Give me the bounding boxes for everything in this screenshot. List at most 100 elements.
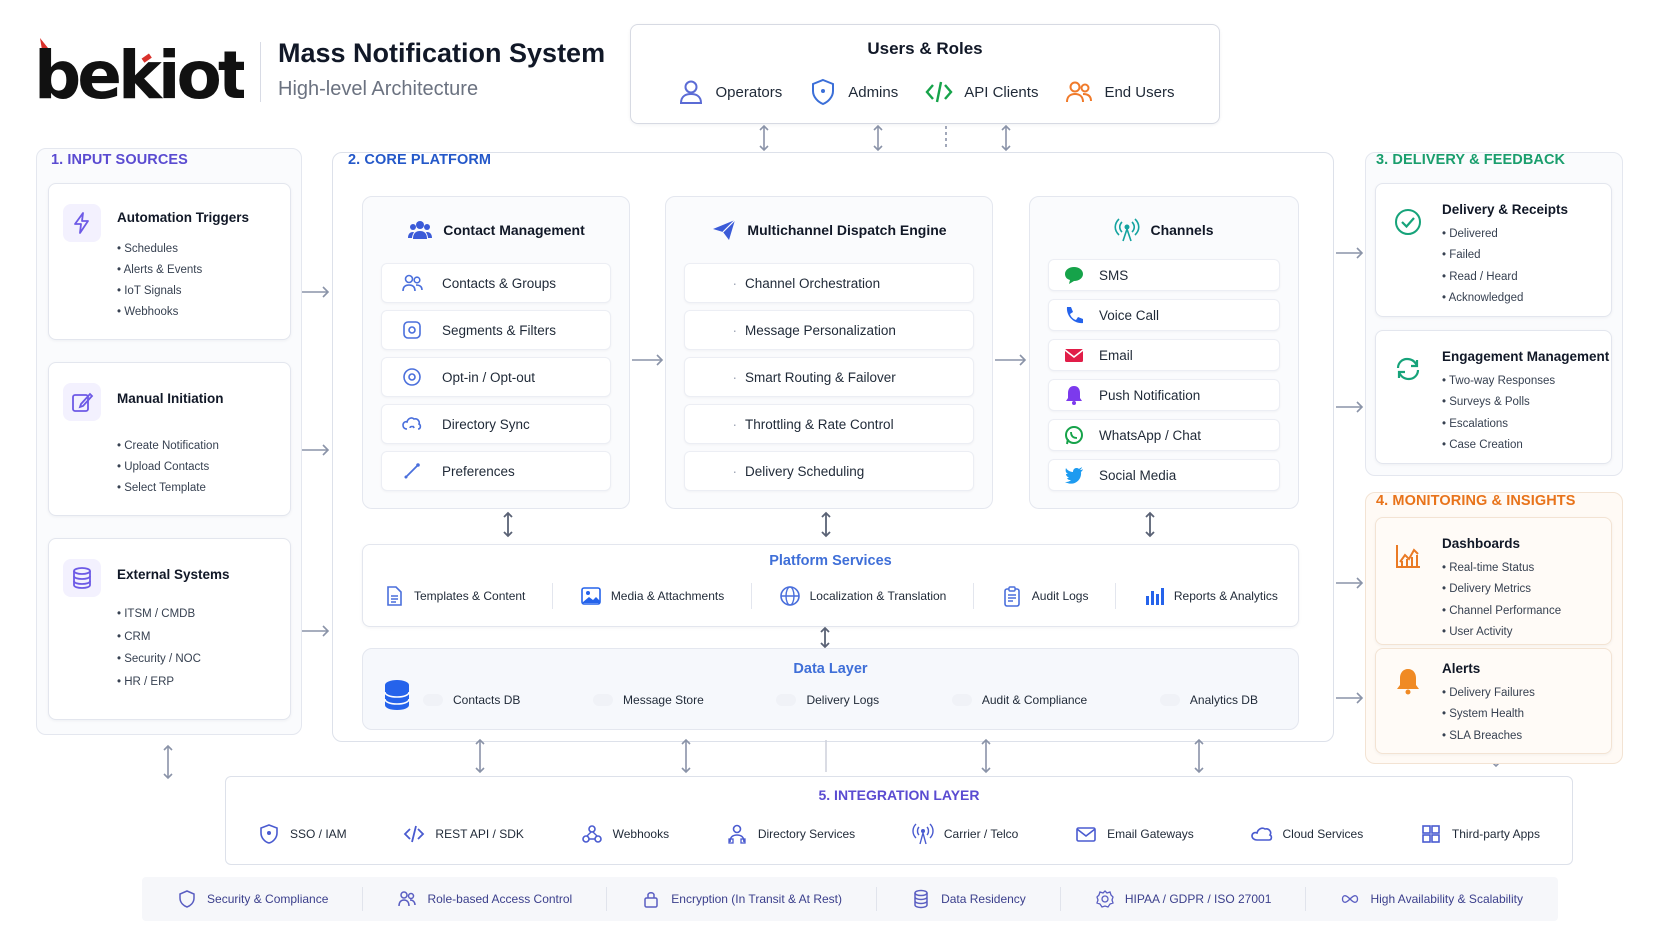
role-operators[interactable]: Operators [676,77,782,107]
list-item: Schedules [117,239,202,260]
email-gateways-item[interactable]: Email Gateways [1075,823,1194,845]
data-label: Audit & Compliance [981,693,1088,707]
third-party-apps-item[interactable]: Third-party Apps [1420,823,1540,845]
footer-certifications[interactable]: HIPAA / GDPR / ISO 27001 [1095,889,1271,909]
dashboards-card[interactable]: Dashboards Real-time Status Delivery Met… [1375,517,1612,645]
message-personalization-item[interactable]: · Message Personalization [684,310,974,350]
lightning-icon [63,204,101,242]
external-systems-card[interactable]: External Systems ITSM / CMDB CRM Securit… [48,538,291,720]
channel-social[interactable]: Social Media [1048,459,1280,491]
channel-whatsapp[interactable]: WhatsApp / Chat [1048,419,1280,451]
footer-availability[interactable]: High Availability & Scalability [1340,889,1523,909]
delivery-feedback-title: 3. DELIVERY & FEEDBACK [1376,152,1566,168]
role-label: End Users [1104,83,1175,101]
list-item: Case Creation [1442,435,1555,456]
cloud-services-item[interactable]: Cloud Services [1250,823,1363,845]
footer-encryption[interactable]: Encryption (In Transit & At Rest) [641,889,842,909]
card-title: Dashboards [1442,536,1521,551]
rest-api-item[interactable]: REST API / SDK [403,823,524,845]
role-end-users[interactable]: End Users [1064,77,1174,107]
database-icon [63,559,101,597]
list-item: Acknowledged [1442,288,1524,309]
contacts-db-item[interactable]: Contacts DB [423,693,520,707]
engagement-management-card[interactable]: Engagement Management Two-way Responses … [1375,330,1612,464]
footer-data-residency[interactable]: Data Residency [911,889,1026,909]
item-label: Directory Sync [442,416,530,432]
page-subtitle: High-level Architecture [278,78,479,100]
carrier-telco-item[interactable]: Carrier / Telco [912,823,1018,845]
database-icon [384,680,410,710]
footer-rbac[interactable]: Role-based Access Control [397,889,572,909]
delivery-receipts-card[interactable]: Delivery & Receipts Delivered Failed Rea… [1375,183,1612,317]
item-label: Delivery Scheduling [745,463,865,479]
item-label: Segments & Filters [442,322,557,338]
user-icon [679,80,702,104]
image-icon [581,587,601,605]
footer-security[interactable]: Security & Compliance [177,889,328,909]
footer-label: Security & Compliance [207,892,329,906]
users-roles-title: Users & Roles [867,39,983,58]
footer-label: Data Residency [941,892,1026,906]
input-to-core-arrows [302,286,330,637]
data-label: Delivery Logs [806,693,880,707]
twitter-icon [1065,467,1083,484]
list-item: ITSM / CMDB [117,604,201,627]
smart-routing-item[interactable]: · Smart Routing & Failover [684,357,974,397]
opt-in-out-item[interactable]: Opt-in / Opt-out [381,357,611,397]
audit-compliance-item[interactable]: Audit & Compliance [951,693,1088,707]
channel-push[interactable]: Push Notification [1048,379,1280,411]
services-to-data-arrow [820,626,830,649]
manual-initiation-card[interactable]: Manual Initiation Create Notification Up… [48,362,291,516]
channel-label: WhatsApp / Chat [1099,427,1202,443]
org-users-icon [728,824,746,844]
channel-orchestration-item[interactable]: · Channel Orchestration [684,263,974,303]
data-label: Contacts DB [453,693,521,707]
directory-sync-item[interactable]: Directory Sync [381,404,611,444]
role-api-clients[interactable]: API Clients [924,77,1038,107]
role-label: Admins [848,83,899,101]
list-item: CRM [117,627,201,650]
integration-label: Email Gateways [1107,827,1194,841]
card-title: External Systems [117,567,230,582]
reports-analytics-item[interactable]: Reports & Analytics [1143,585,1278,607]
users-to-core-arrows [759,124,1011,152]
list-item: Delivery Metrics [1442,579,1561,600]
delivery-logs-item[interactable]: Delivery Logs [776,693,879,707]
role-admins[interactable]: Admins [808,77,898,107]
footer-label: Encryption (In Transit & At Rest) [671,892,843,906]
directory-services-item[interactable]: Directory Services [726,823,855,845]
channel-label: Voice Call [1099,307,1160,323]
service-label: Reports & Analytics [1173,589,1278,603]
item-label: Channel Orchestration [745,275,881,291]
webhooks-item[interactable]: Webhooks [581,823,669,845]
data-label: Message Store [623,693,704,707]
list-item: Upload Contacts [117,457,219,478]
analytics-db-item[interactable]: Analytics DB [1159,693,1258,707]
channel-label: Email [1099,347,1133,363]
segments-filters-item[interactable]: Segments & Filters [381,310,611,350]
localization-item[interactable]: Localization & Translation [779,585,946,607]
bell-icon [1392,665,1424,697]
contacts-groups-item[interactable]: Contacts & Groups [381,263,611,303]
list-item: Delivered [1442,224,1523,245]
sso-iam-item[interactable]: SSO / IAM [258,823,347,845]
integration-label: REST API / SDK [435,827,524,841]
channel-email[interactable]: Email [1048,339,1280,371]
media-attachments-item[interactable]: Media & Attachments [580,585,724,607]
preferences-item[interactable]: Preferences [381,451,611,491]
templates-content-item[interactable]: Templates & Content [383,585,525,607]
channel-voice-call[interactable]: Voice Call [1048,299,1280,331]
role-label: API Clients [964,83,1039,101]
audit-logs-item[interactable]: Audit Logs [1001,585,1088,607]
alerts-card[interactable]: Alerts Delivery Failures System Health S… [1375,648,1612,754]
line-chart-icon [1392,540,1424,572]
data-layer-title: Data Layer [793,661,868,677]
code-icon [404,825,425,843]
throttling-item[interactable]: · Throttling & Rate Control [684,404,974,444]
delivery-scheduling-item[interactable]: · Delivery Scheduling [684,451,974,491]
message-store-item[interactable]: Message Store [593,693,704,707]
automation-triggers-card[interactable]: Automation Triggers Schedules Alerts & E… [48,183,291,340]
list-item: Failed [1442,245,1523,266]
channel-sms[interactable]: SMS [1048,259,1280,291]
bekiot-logo: bekiot [34,36,253,114]
